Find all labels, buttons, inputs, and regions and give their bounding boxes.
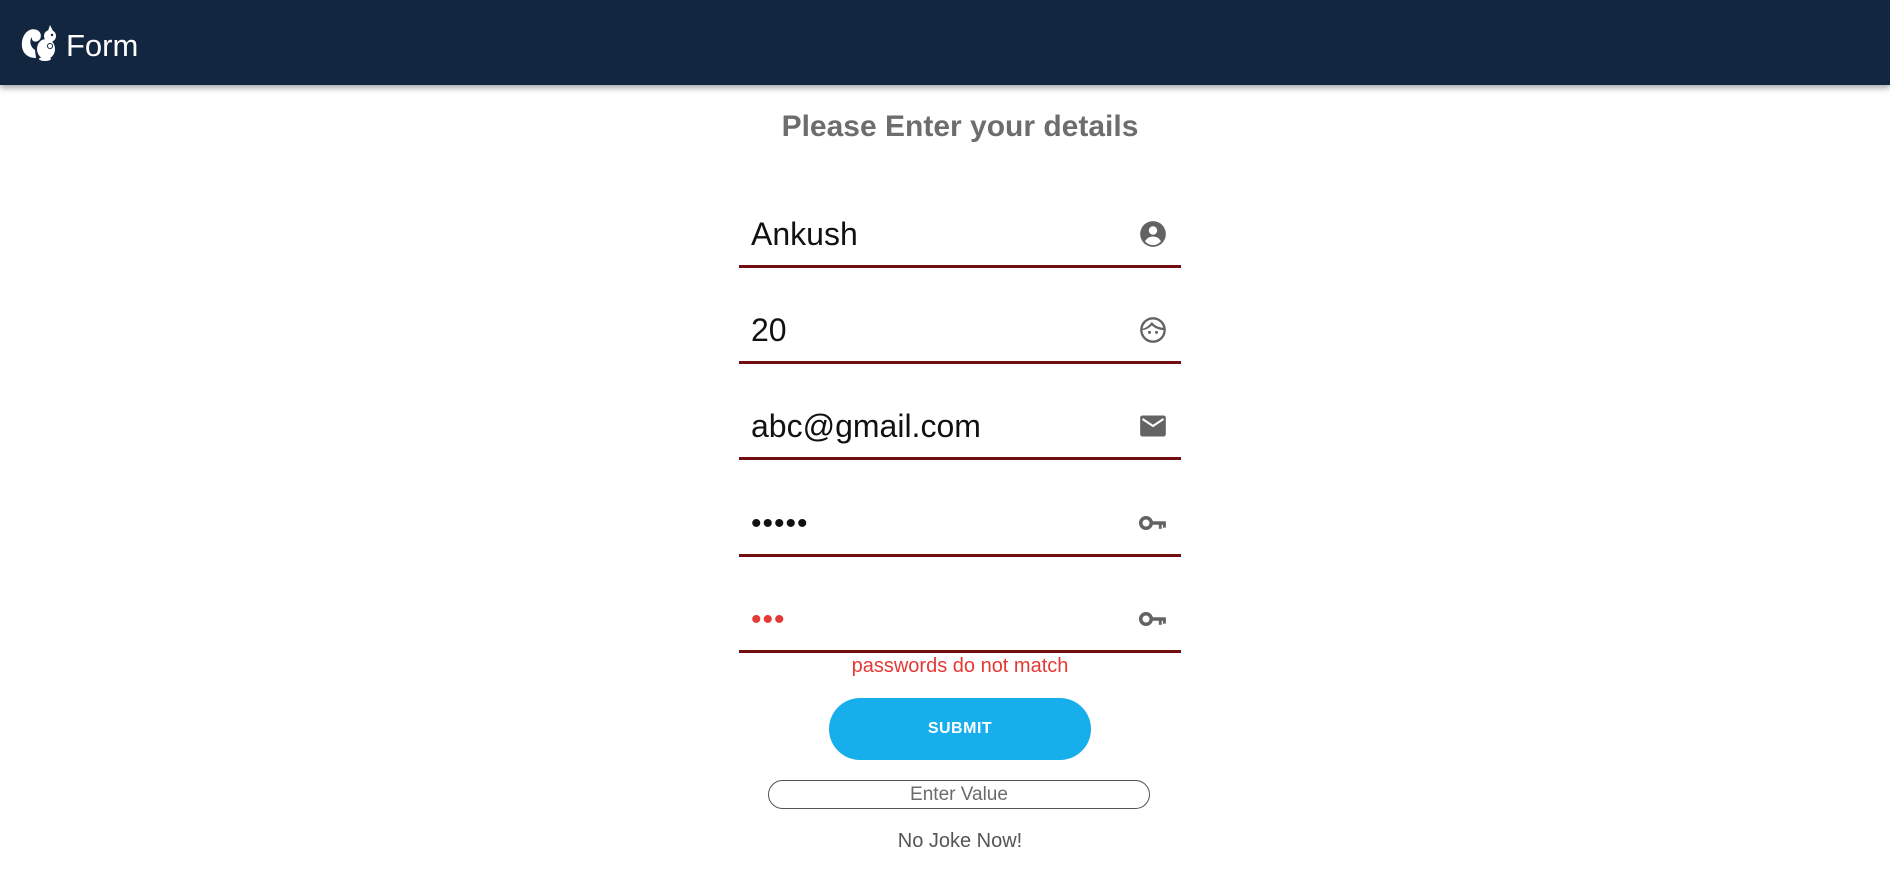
submit-button[interactable]: SUBMIT [829,698,1091,760]
password-mismatch-error: passwords do not match [851,655,1069,677]
key-icon [1139,516,1166,530]
face-icon [1140,317,1166,343]
email-input[interactable] [751,396,1111,457]
confirm-password-field[interactable]: ••• [739,589,1181,653]
name-input[interactable] [751,204,1111,265]
page-title: Please Enter your details [781,110,1139,143]
enter-value-input[interactable] [768,780,1150,809]
age-field [739,300,1181,364]
app-title: Form [66,27,139,63]
account-circle-icon [1140,221,1166,247]
password-field[interactable]: ••••• [739,493,1181,557]
app-header: Form [0,0,1890,85]
squirrel-icon[interactable] [18,21,62,65]
name-field [739,204,1181,268]
joke-text: No Joke Now! [897,830,1023,852]
password-value[interactable]: ••••• [751,493,809,554]
confirm-password-value[interactable]: ••• [751,589,786,650]
mail-icon [1140,415,1166,437]
email-field [739,396,1181,460]
age-input[interactable] [751,300,1111,361]
key-icon [1139,612,1166,626]
